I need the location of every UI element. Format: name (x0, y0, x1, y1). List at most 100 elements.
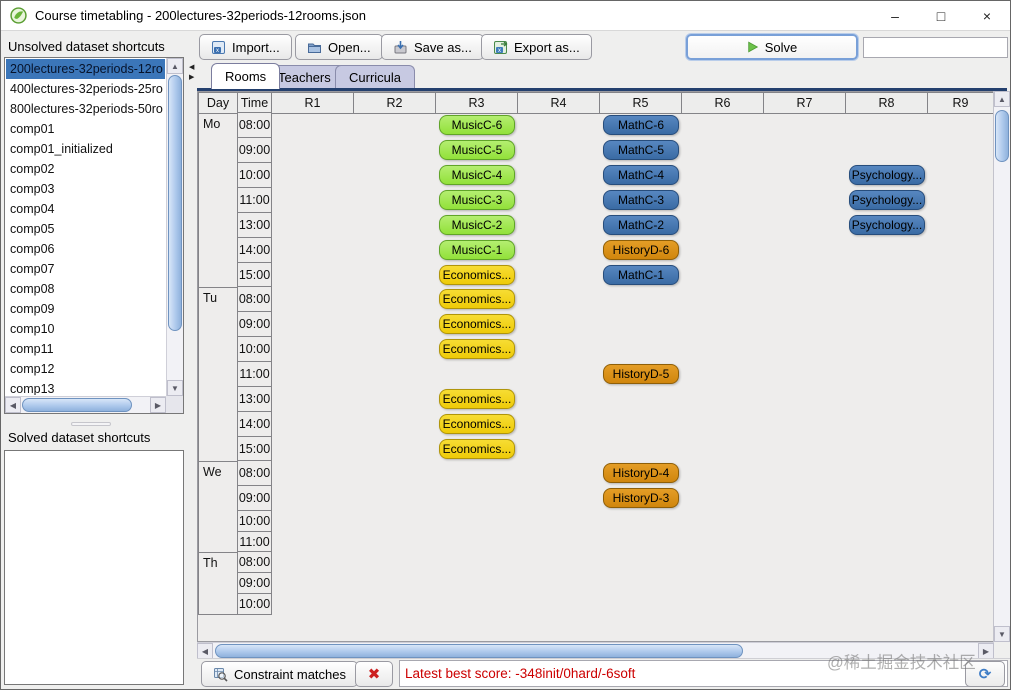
dataset-item[interactable]: 800lectures-32periods-50ro (6, 99, 165, 119)
time-label: 08:00 (238, 551, 272, 573)
scroll-right-icon[interactable]: ▶ (150, 397, 166, 413)
dataset-item[interactable]: comp08 (6, 279, 165, 299)
toolbar: x Import... Open... Save as... x Export … (197, 34, 1010, 64)
time-label: 09:00 (238, 572, 272, 594)
scroll-right-icon[interactable]: ▶ (978, 643, 994, 659)
dataset-item[interactable]: comp12 (6, 359, 165, 379)
dataset-item[interactable]: comp05 (6, 219, 165, 239)
lecture-chip[interactable]: Economics... (439, 389, 515, 409)
lecture-chip[interactable]: MathC-1 (603, 265, 679, 285)
dataset-item[interactable]: comp09 (6, 299, 165, 319)
lecture-chip[interactable]: Economics... (439, 439, 515, 459)
timetable-row: 11:00 (238, 531, 994, 553)
refresh-button[interactable]: ⟳ (965, 661, 1005, 687)
lecture-chip[interactable]: Economics... (439, 289, 515, 309)
lecture-chip[interactable]: HistoryD-6 (603, 240, 679, 260)
constraint-matches-button[interactable]: Constraint matches (201, 661, 358, 687)
lecture-chip[interactable]: Psychology... (849, 190, 925, 210)
lecture-chip[interactable]: MusicC-1 (439, 240, 515, 260)
dataset-item[interactable]: comp01 (6, 119, 165, 139)
day-group: Tu 08:00 Economics... 09:00 Economics... 10:0… (198, 286, 994, 462)
vscroll-thumb[interactable] (168, 75, 182, 331)
lecture-chip[interactable]: Psychology... (849, 165, 925, 185)
vertical-splitter[interactable]: ◀ ▶ (187, 31, 197, 689)
lecture-chip[interactable]: MusicC-4 (439, 165, 515, 185)
app-logo-icon (10, 7, 27, 24)
time-label: 08:00 (238, 286, 272, 312)
splitter-grip[interactable] (71, 422, 111, 426)
unsolved-list-hscrollbar[interactable]: ◀ ▶ (5, 396, 166, 413)
grid-vscrollbar[interactable]: ▲ ▼ (993, 91, 1010, 642)
tab-rooms[interactable]: Rooms (211, 63, 281, 89)
timetable-row: 13:00 MusicC-2 MathC-2 Psychology... (238, 212, 994, 238)
dataset-item[interactable]: comp13 (6, 379, 165, 395)
dataset-item[interactable]: comp11 (6, 339, 165, 359)
collapse-left-icon[interactable]: ◀ (189, 64, 194, 71)
dataset-item[interactable]: comp06 (6, 239, 165, 259)
minimize-button[interactable]: – (872, 1, 918, 31)
room-lane (272, 572, 994, 594)
column-header: R4 (518, 92, 600, 114)
dataset-item[interactable]: comp07 (6, 259, 165, 279)
lecture-chip[interactable]: Economics... (439, 314, 515, 334)
lecture-chip[interactable]: MathC-4 (603, 165, 679, 185)
open-button[interactable]: Open... (295, 34, 383, 60)
scroll-up-icon[interactable]: ▲ (167, 58, 183, 74)
hscroll-thumb[interactable] (22, 398, 132, 412)
scroll-left-icon[interactable]: ◀ (5, 397, 21, 413)
export-as-button[interactable]: x Export as... (481, 34, 592, 60)
lecture-chip[interactable]: MusicC-6 (439, 115, 515, 135)
lecture-chip[interactable]: MusicC-2 (439, 215, 515, 235)
lecture-chip[interactable]: MathC-3 (603, 190, 679, 210)
lecture-chip[interactable]: MathC-2 (603, 215, 679, 235)
close-button[interactable]: × (964, 1, 1010, 31)
lecture-chip[interactable]: MathC-5 (603, 140, 679, 160)
lecture-chip[interactable]: HistoryD-3 (603, 488, 679, 508)
save-as-button[interactable]: Save as... (381, 34, 484, 60)
lecture-chip[interactable]: Economics... (439, 339, 515, 359)
lecture-chip[interactable]: Psychology... (849, 215, 925, 235)
unsolved-list-vscrollbar[interactable]: ▲ ▼ (166, 58, 183, 396)
time-label: 10:00 (238, 593, 272, 615)
lecture-chip[interactable]: MathC-6 (603, 115, 679, 135)
terminate-button[interactable]: ✖ (355, 661, 393, 687)
solve-button[interactable]: Solve (686, 34, 858, 60)
view-tabs: Rooms Teachers Curricula (197, 63, 1010, 89)
scroll-left-icon[interactable]: ◀ (197, 643, 213, 659)
magnifier-table-icon (214, 667, 228, 682)
lecture-chip[interactable]: Economics... (439, 414, 515, 434)
grid-hscrollbar[interactable]: ◀ ▶ (197, 642, 994, 659)
hscroll-thumb[interactable] (215, 644, 743, 658)
solved-dataset-listbox[interactable] (4, 450, 184, 685)
day-group: We 08:00 HistoryD-4 09:00 HistoryD-3 10:00 11:… (198, 460, 994, 553)
dataset-item[interactable]: comp01_initialized (6, 139, 165, 159)
score-text: Latest best score: -348init/0hard/-6soft (405, 666, 636, 681)
unsolved-panel-label: Unsolved dataset shortcuts (8, 39, 165, 54)
dataset-item[interactable]: 400lectures-32periods-25ro (6, 79, 165, 99)
maximize-button[interactable]: □ (918, 1, 964, 31)
scroll-down-icon[interactable]: ▼ (167, 380, 183, 396)
dataset-item[interactable]: comp04 (6, 199, 165, 219)
lecture-chip[interactable]: HistoryD-4 (603, 463, 679, 483)
expand-right-icon[interactable]: ▶ (189, 74, 194, 81)
dataset-item[interactable]: comp02 (6, 159, 165, 179)
room-lane: HistoryD-4 (272, 460, 994, 486)
lecture-chip[interactable]: HistoryD-5 (603, 364, 679, 384)
dataset-item[interactable]: comp03 (6, 179, 165, 199)
import-button[interactable]: x Import... (199, 34, 292, 60)
day-label: Mo (198, 113, 238, 288)
play-icon (748, 41, 758, 53)
timetable-row: 15:00 Economics... (238, 436, 994, 462)
lecture-chip[interactable]: MusicC-3 (439, 190, 515, 210)
horizontal-splitter[interactable] (1, 419, 187, 428)
tab-curricula[interactable]: Curricula (335, 65, 416, 89)
unsolved-dataset-list: 200lectures-32periods-12ro 400lectures-32… (6, 59, 165, 395)
refresh-icon: ⟳ (978, 666, 992, 683)
dataset-item[interactable]: comp10 (6, 319, 165, 339)
vscroll-thumb[interactable] (995, 110, 1009, 162)
lecture-chip[interactable]: MusicC-5 (439, 140, 515, 160)
scroll-down-icon[interactable]: ▼ (994, 626, 1010, 642)
dataset-item[interactable]: 200lectures-32periods-12ro (6, 59, 165, 79)
lecture-chip[interactable]: Economics... (439, 265, 515, 285)
scroll-up-icon[interactable]: ▲ (994, 91, 1010, 107)
